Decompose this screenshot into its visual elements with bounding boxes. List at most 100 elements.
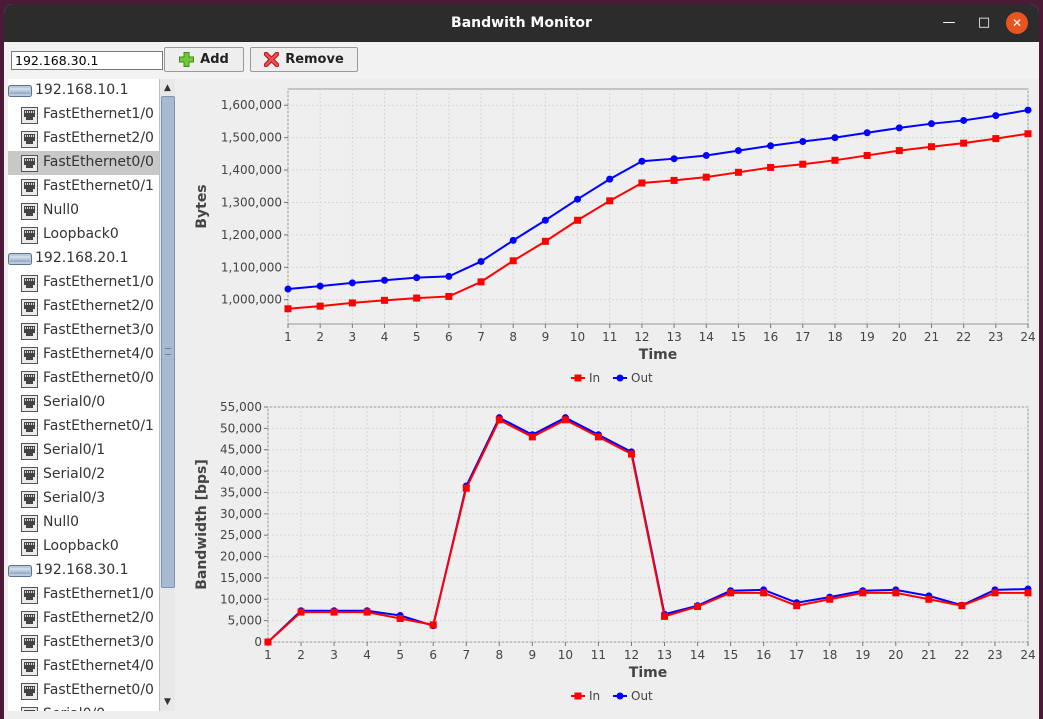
data-point-out	[734, 147, 742, 155]
tree-interface-node[interactable]: Serial0/0	[8, 703, 159, 711]
data-point-out	[413, 274, 421, 282]
tree-router-node[interactable]: 192.168.10.1	[8, 79, 159, 103]
data-point-in	[284, 305, 292, 313]
tree-interface-node[interactable]: FastEthernet0/1	[8, 175, 159, 199]
tree-interface-node[interactable]: Null0	[8, 199, 159, 223]
tree-interface-node[interactable]: Serial0/3	[8, 487, 159, 511]
tree-interface-node[interactable]: FastEthernet4/0	[8, 343, 159, 367]
legend-marker-in	[574, 692, 582, 700]
tree-interface-node[interactable]: Null0	[8, 511, 159, 535]
network-port-icon	[20, 178, 39, 201]
data-point-out	[927, 120, 935, 128]
data-point-out	[799, 138, 807, 146]
data-point-out	[606, 175, 614, 183]
y-tick-label: 35,000	[220, 485, 262, 499]
tree-interface-node[interactable]: FastEthernet3/0	[8, 319, 159, 343]
chart-legend: In Out	[571, 371, 653, 385]
x-tick-label: 16	[756, 648, 771, 662]
x-tick-label: 11	[591, 648, 606, 662]
data-point-in	[561, 416, 569, 424]
tree-node-label: FastEthernet3/0	[43, 634, 154, 650]
legend-marker-out	[616, 374, 624, 382]
y-tick-label: 15,000	[220, 571, 262, 585]
data-point-in	[831, 156, 839, 164]
tree-interface-node[interactable]: FastEthernet0/0	[8, 367, 159, 391]
x-tick-label: 22	[954, 648, 969, 662]
tree-router-node[interactable]: 192.168.30.1	[8, 559, 159, 583]
tree-interface-node[interactable]: Serial0/1	[8, 439, 159, 463]
y-tick-label: 20,000	[220, 550, 262, 564]
tree-interface-node[interactable]: FastEthernet1/0	[8, 271, 159, 295]
tree-interface-node[interactable]: FastEthernet4/0	[8, 655, 159, 679]
x-tick-label: 8	[509, 330, 517, 344]
tree-interface-node[interactable]: Serial0/2	[8, 463, 159, 487]
tree-scrollbar[interactable]: ▲ ▼	[159, 79, 175, 711]
data-point-in	[429, 621, 437, 629]
tree-node-label: Serial0/0	[43, 706, 105, 711]
x-tick-label: 1	[264, 648, 272, 662]
tree-interface-node[interactable]: Loopback0	[8, 223, 159, 247]
x-tick-label: 12	[624, 648, 639, 662]
network-port-icon	[20, 514, 39, 537]
tree-interface-node[interactable]: FastEthernet2/0	[8, 295, 159, 319]
x-tick-label: 6	[445, 330, 453, 344]
x-tick-label: 15	[723, 648, 738, 662]
y-tick-label: 25,000	[220, 528, 262, 542]
scroll-up-arrow-icon[interactable]: ▲	[160, 81, 175, 95]
title-bar[interactable]: Bandwith Monitor — □ ✕	[4, 4, 1039, 42]
tree-interface-node[interactable]: FastEthernet1/0	[8, 103, 159, 127]
x-tick-label: 15	[731, 330, 746, 344]
data-point-out	[960, 116, 968, 124]
tree-interface-node[interactable]: FastEthernet0/1	[8, 415, 159, 439]
x-tick-label: 11	[602, 330, 617, 344]
window-title: Bandwith Monitor	[451, 15, 592, 31]
scroll-down-arrow-icon[interactable]: ▼	[160, 695, 175, 709]
minimize-button[interactable]: —	[938, 12, 960, 34]
x-tick-label: 14	[699, 330, 714, 344]
data-point-out	[831, 134, 839, 142]
data-point-in	[594, 433, 602, 441]
data-point-in	[799, 160, 807, 168]
data-point-in	[927, 143, 935, 151]
scrollbar-thumb[interactable]	[161, 96, 175, 588]
data-point-in	[477, 278, 485, 286]
data-point-in	[960, 139, 968, 147]
remove-button[interactable]: Remove	[250, 47, 358, 72]
y-tick-label: 1,600,000	[221, 98, 282, 112]
data-point-out	[509, 236, 517, 244]
y-tick-label: 10,000	[220, 592, 262, 606]
network-port-icon	[20, 538, 39, 561]
tree-interface-node[interactable]: FastEthernet0/0	[8, 151, 159, 175]
tree-router-node[interactable]: 192.168.20.1	[8, 247, 159, 271]
add-button[interactable]: Add	[164, 47, 244, 72]
tree-node-label: FastEthernet1/0	[43, 106, 154, 122]
tree-interface-node[interactable]: FastEthernet0/0	[8, 679, 159, 703]
data-point-in	[264, 638, 272, 646]
maximize-button[interactable]: □	[973, 12, 995, 34]
tree-node-label: FastEthernet0/1	[43, 178, 154, 194]
data-point-in	[895, 147, 903, 155]
data-point-out	[541, 216, 549, 224]
ip-address-input[interactable]	[11, 51, 163, 70]
x-tick-label: 2	[316, 330, 324, 344]
tree-interface-node[interactable]: FastEthernet2/0	[8, 607, 159, 631]
data-point-in	[793, 602, 801, 610]
tree-interface-node[interactable]: Loopback0	[8, 535, 159, 559]
data-point-out	[863, 129, 871, 137]
close-button[interactable]: ✕	[1006, 12, 1028, 34]
data-point-out	[767, 142, 775, 150]
x-tick-label: 17	[789, 648, 804, 662]
tree-interface-node[interactable]: Serial0/0	[8, 391, 159, 415]
tree-node-label: Null0	[43, 202, 80, 218]
x-tick-label: 20	[888, 648, 903, 662]
tree-interface-node[interactable]: FastEthernet2/0	[8, 127, 159, 151]
x-tick-label: 24	[1020, 330, 1035, 344]
device-tree[interactable]: 192.168.10.1 FastEthernet1/0 FastEthernet2…	[8, 79, 159, 711]
tree-interface-node[interactable]: FastEthernet3/0	[8, 631, 159, 655]
tree-interface-node[interactable]: FastEthernet1/0	[8, 583, 159, 607]
tree-node-label: Serial0/2	[43, 466, 106, 482]
network-port-icon	[20, 226, 39, 249]
network-port-icon	[20, 274, 39, 297]
data-point-in	[606, 197, 614, 205]
x-tick-label: 12	[634, 330, 649, 344]
